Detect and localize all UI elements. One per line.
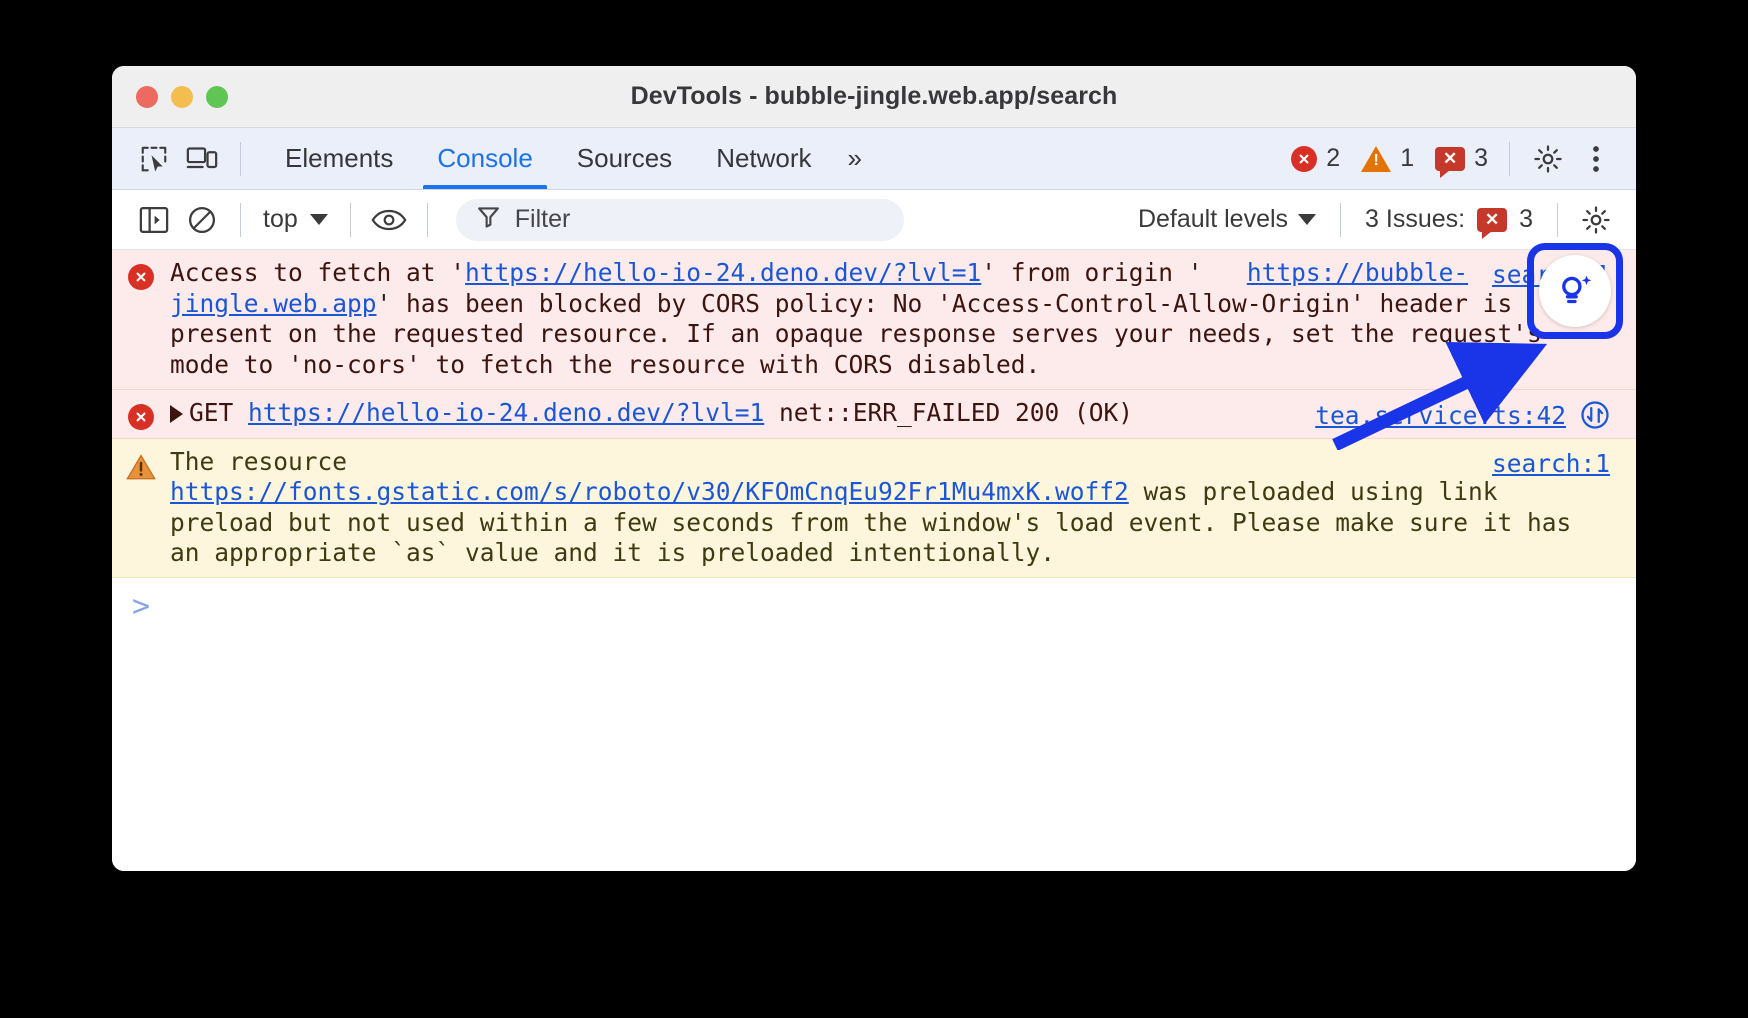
error-circle-icon	[128, 404, 154, 430]
error-counter[interactable]: 2	[1284, 144, 1347, 173]
msg3-seg0: The resource	[170, 447, 362, 476]
issues-link[interactable]: 3 Issues: ✕ 3	[1355, 205, 1543, 234]
log-levels-label: Default levels	[1138, 205, 1288, 234]
msg2-seg0: GET	[189, 398, 248, 427]
network-request-icon[interactable]	[1580, 400, 1610, 438]
devtools-tabbar: Elements Console Sources Network »	[112, 128, 1636, 190]
inspect-element-icon[interactable]	[130, 137, 178, 181]
console-toolbar: top Filter De	[112, 190, 1636, 250]
message-gutter-3	[112, 447, 170, 570]
issue-flag-icon: ✕	[1435, 147, 1465, 171]
issues-toolbar-count: 3	[1519, 205, 1533, 234]
warning-counter[interactable]: 1	[1354, 144, 1421, 173]
msg3-link-font[interactable]: https://fonts.gstatic.com/s/roboto/v30/K…	[170, 477, 1129, 506]
console-message-list[interactable]: Access to fetch at 'https://hello-io-24.…	[112, 250, 1636, 871]
warning-count: 1	[1400, 144, 1414, 173]
error-circle-icon	[1291, 146, 1317, 172]
warning-triangle-icon	[126, 453, 156, 570]
ask-ai-lightbulb-button[interactable]	[1539, 255, 1611, 327]
source-file-link[interactable]: tea.service.ts:42	[1315, 401, 1566, 430]
msg2-link-url[interactable]: https://hello-io-24.deno.dev/?lvl=1	[248, 398, 764, 427]
execution-context-label: top	[263, 205, 298, 234]
msg1-seg4: ' has been blocked by CORS policy: No 'A…	[170, 289, 1557, 379]
filter-icon	[476, 204, 501, 236]
toolbar-divider-2	[1509, 142, 1510, 176]
console-message-warning-preload[interactable]: The resource https://fonts.gstatic.com/s…	[112, 439, 1636, 579]
console-sidebar-icon[interactable]	[130, 198, 178, 242]
console-toolbar-divider	[240, 203, 241, 237]
msg1-link-url[interactable]: https://hello-io-24.deno.dev/?lvl=1	[465, 258, 981, 287]
message-gutter	[112, 258, 170, 381]
issues-counter[interactable]: ✕ 3	[1428, 144, 1495, 173]
lightbulb-sparkle-icon	[1554, 270, 1596, 312]
console-toolbar-divider-5	[1557, 203, 1558, 237]
window-title: DevTools - bubble-jingle.web.app/search	[112, 82, 1636, 111]
warning-triangle-icon	[1361, 146, 1391, 172]
devtools-window: DevTools - bubble-jingle.web.app/search	[112, 66, 1636, 871]
gear-icon-console[interactable]	[1572, 198, 1620, 242]
message-text-3: The resource https://fonts.gstatic.com/s…	[170, 447, 1636, 570]
panel-tabs: Elements Console Sources Network »	[263, 128, 873, 189]
msg1-seg2: ' from origin '	[981, 258, 1202, 287]
issues-label: 3 Issues:	[1365, 205, 1465, 234]
tab-console-label: Console	[437, 143, 532, 174]
device-toolbar-icon[interactable]	[178, 137, 226, 181]
filter-input[interactable]: Filter	[515, 205, 571, 234]
execution-context-selector[interactable]: top	[255, 205, 336, 234]
window-titlebar: DevTools - bubble-jingle.web.app/search	[112, 66, 1636, 128]
tab-network-label: Network	[716, 143, 811, 174]
console-prompt[interactable]: >	[112, 578, 1636, 622]
chevron-down-icon	[310, 214, 328, 225]
prompt-caret-icon: >	[112, 592, 170, 622]
msg1-seg0: Access to fetch at '	[170, 258, 465, 287]
console-toolbar-divider-3	[427, 203, 428, 237]
console-toolbar-divider-4	[1340, 203, 1341, 237]
tab-console[interactable]: Console	[415, 128, 554, 189]
console-toolbar-divider-2	[350, 203, 351, 237]
toolbar-divider	[240, 142, 241, 176]
chevron-down-icon-levels	[1298, 214, 1316, 225]
more-tabs-icon[interactable]: »	[834, 143, 873, 174]
live-expression-icon[interactable]	[365, 198, 413, 242]
error-circle-icon	[128, 264, 154, 290]
message-gutter-2	[112, 398, 170, 430]
clear-console-icon[interactable]	[178, 198, 226, 242]
screen: DevTools - bubble-jingle.web.app/search	[0, 0, 1748, 1018]
tab-network[interactable]: Network	[694, 128, 833, 189]
tab-sources-label: Sources	[577, 143, 672, 174]
console-message-error-get[interactable]: GET https://hello-io-24.deno.dev/?lvl=1 …	[112, 390, 1636, 439]
issue-flag-icon-toolbar: ✕	[1477, 208, 1507, 232]
tab-elements[interactable]: Elements	[263, 128, 415, 189]
issues-count: 3	[1474, 144, 1488, 173]
gear-icon[interactable]	[1524, 137, 1572, 181]
tab-sources[interactable]: Sources	[555, 128, 694, 189]
message-text: Access to fetch at 'https://hello-io-24.…	[170, 258, 1636, 381]
log-levels-selector[interactable]: Default levels	[1128, 205, 1326, 234]
console-message-error-cors[interactable]: Access to fetch at 'https://hello-io-24.…	[112, 250, 1636, 390]
expand-triangle-icon[interactable]	[170, 405, 183, 423]
message-source-link-2[interactable]: tea.service.ts:42	[1315, 400, 1610, 438]
error-count: 2	[1326, 144, 1340, 173]
kebab-menu-icon[interactable]	[1572, 137, 1620, 181]
message-source-link-3[interactable]: search:1	[1492, 449, 1610, 480]
filter-input-wrapper[interactable]: Filter	[456, 199, 904, 241]
tab-elements-label: Elements	[285, 143, 393, 174]
issue-counters: 2 1 ✕ 3	[1284, 144, 1495, 173]
msg2-seg2: net::ERR_FAILED 200 (OK)	[764, 398, 1133, 427]
